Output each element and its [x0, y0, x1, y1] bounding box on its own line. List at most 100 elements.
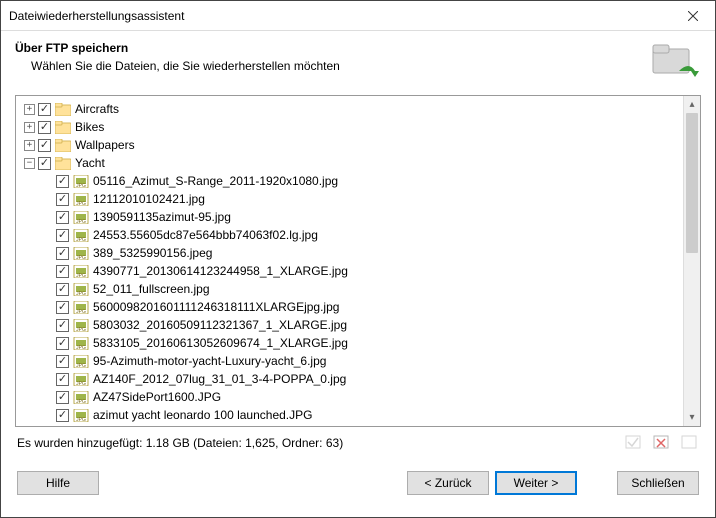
svg-text:JPG: JPG: [76, 255, 86, 260]
ftp-folder-icon: [649, 41, 701, 81]
tree-file-row[interactable]: JPG1390591135azimut-95.jpg: [18, 208, 681, 226]
checkbox[interactable]: [56, 391, 69, 404]
file-label: 5803032_20160509112321367_1_XLARGE.jpg: [93, 318, 347, 332]
folder-icon: [55, 157, 71, 170]
svg-text:JPG: JPG: [76, 399, 86, 404]
jpg-icon: JPG: [73, 265, 89, 278]
tree-folder-row[interactable]: +Wallpapers: [18, 136, 681, 154]
svg-text:JPG: JPG: [76, 345, 86, 350]
tree-file-row[interactable]: JPG 05116_Azimut_S-Range_2011-1920x1080.j…: [18, 172, 681, 190]
folder-label: Aircrafts: [75, 102, 119, 116]
jpg-icon: JPG: [73, 283, 89, 296]
checkbox[interactable]: [56, 355, 69, 368]
status-bar: Es wurden hinzugefügt: 1.18 GB (Dateien:…: [1, 427, 715, 457]
svg-text:JPG: JPG: [76, 363, 86, 368]
tree-file-row[interactable]: JPG52_011_fullscreen.jpg: [18, 280, 681, 298]
folder-label: Yacht: [75, 156, 105, 170]
jpg-icon: JPG: [73, 229, 89, 242]
jpg-icon: JPG: [73, 175, 89, 188]
close-button[interactable]: Schließen: [617, 471, 699, 495]
help-button[interactable]: Hilfe: [17, 471, 99, 495]
svg-text:JPG: JPG: [76, 219, 86, 224]
checkbox[interactable]: [56, 301, 69, 314]
close-icon: [688, 11, 698, 21]
tree-file-row[interactable]: JPG12112010102421.jpg: [18, 190, 681, 208]
refresh-icon[interactable]: [681, 435, 699, 451]
tree-file-row[interactable]: JPG AZ140F_2012_07lug_31_01_3-4-POPPA_0.j…: [18, 370, 681, 388]
file-label: 24553.55605dc87e564bbb74063f02.lg.jpg: [93, 228, 318, 242]
checkbox[interactable]: [56, 229, 69, 242]
jpg-icon: JPG: [73, 211, 89, 224]
svg-text:JPG: JPG: [76, 273, 86, 278]
tree-file-row[interactable]: JPG 389_5325990156.jpeg: [18, 244, 681, 262]
expand-toggle[interactable]: −: [24, 158, 35, 169]
tree-file-row[interactable]: JPG 95-Azimuth-motor-yacht-Luxury-yacht_6…: [18, 352, 681, 370]
tree-file-row[interactable]: JPG5833105_20160613052609674_1_XLARGE.jp…: [18, 334, 681, 352]
file-label: azimut yacht leonardo 100 launched.JPG: [93, 408, 312, 422]
page-subtitle: Wählen Sie die Dateien, die Sie wiederhe…: [15, 59, 649, 73]
svg-text:JPG: JPG: [76, 417, 86, 422]
tree-file-row[interactable]: JPG AZ47SidePort1600.JPG: [18, 388, 681, 406]
tree-file-row[interactable]: JPG 5600098201601111246318111XLARGEjpg.jp…: [18, 298, 681, 316]
checkbox[interactable]: [56, 373, 69, 386]
file-label: 4390771_20130614123244958_1_XLARGE.jpg: [93, 264, 348, 278]
expand-toggle[interactable]: +: [24, 104, 35, 115]
folder-icon: [55, 103, 71, 116]
scroll-up-icon[interactable]: ▴: [684, 96, 700, 113]
checkbox[interactable]: [56, 283, 69, 296]
jpg-icon: JPG: [73, 409, 89, 422]
svg-text:JPG: JPG: [76, 183, 86, 188]
checkbox[interactable]: [38, 139, 51, 152]
file-label: AZ140F_2012_07lug_31_01_3-4-POPPA_0.jpg: [93, 372, 346, 386]
jpg-icon: JPG: [73, 319, 89, 332]
status-text: Es wurden hinzugefügt: 1.18 GB (Dateien:…: [17, 436, 625, 450]
tree-file-row[interactable]: JPG 5803032_20160509112321367_1_XLARGE.jp…: [18, 316, 681, 334]
checkbox[interactable]: [56, 319, 69, 332]
next-button[interactable]: Weiter >: [495, 471, 577, 495]
tree-file-row[interactable]: JPG 24553.55605dc87e564bbb74063f02.lg.jpg: [18, 226, 681, 244]
svg-text:JPG: JPG: [76, 291, 86, 296]
jpg-icon: JPG: [73, 355, 89, 368]
file-label: 5600098201601111246318111XLARGEjpg.jpg: [93, 300, 339, 314]
checkbox[interactable]: [56, 175, 69, 188]
file-label: 05116_Azimut_S-Range_2011-1920x1080.jpg: [93, 174, 338, 188]
tree-folder-row[interactable]: + Aircrafts: [18, 100, 681, 118]
jpg-icon: JPG: [73, 337, 89, 350]
svg-text:JPG: JPG: [76, 327, 86, 332]
checkbox[interactable]: [38, 121, 51, 134]
tree-folder-row[interactable]: +Bikes: [18, 118, 681, 136]
window-title: Dateiwiederherstellungsassistent: [9, 9, 670, 23]
svg-text:JPG: JPG: [76, 237, 86, 242]
checkbox[interactable]: [38, 157, 51, 170]
tree-file-row[interactable]: JPG 4390771_20130614123244958_1_XLARGE.jp…: [18, 262, 681, 280]
checkbox[interactable]: [56, 211, 69, 224]
scrollbar[interactable]: ▴ ▾: [683, 96, 700, 426]
jpg-icon: JPG: [73, 373, 89, 386]
jpg-icon: JPG: [73, 391, 89, 404]
wizard-header: Über FTP speichern Wählen Sie die Dateie…: [1, 31, 715, 95]
tree-folder-row[interactable]: − Yacht: [18, 154, 681, 172]
window-close-button[interactable]: [670, 1, 715, 31]
checkbox[interactable]: [56, 193, 69, 206]
checkbox[interactable]: [56, 337, 69, 350]
titlebar: Dateiwiederherstellungsassistent: [1, 1, 715, 31]
deselect-all-icon[interactable]: [653, 435, 671, 451]
back-button[interactable]: < Zurück: [407, 471, 489, 495]
scroll-down-icon[interactable]: ▾: [684, 409, 700, 426]
checkbox[interactable]: [38, 103, 51, 116]
checkbox[interactable]: [56, 409, 69, 422]
expand-toggle[interactable]: +: [24, 140, 35, 151]
svg-text:JPG: JPG: [76, 309, 86, 314]
expand-toggle[interactable]: +: [24, 122, 35, 133]
checkbox[interactable]: [56, 247, 69, 260]
file-label: 95-Azimuth-motor-yacht-Luxury-yacht_6.jp…: [93, 354, 326, 368]
file-label: 389_5325990156.jpeg: [93, 246, 212, 260]
select-all-icon[interactable]: [625, 435, 643, 451]
svg-text:JPG: JPG: [76, 381, 86, 386]
checkbox[interactable]: [56, 265, 69, 278]
jpg-icon: JPG: [73, 193, 89, 206]
file-label: AZ47SidePort1600.JPG: [93, 390, 221, 404]
file-tree[interactable]: + Aircrafts +Bikes+Wallpapers − Yacht JPG 0511…: [16, 96, 683, 426]
tree-file-row[interactable]: JPG azimut yacht leonardo 100 launched.JP…: [18, 406, 681, 424]
scroll-thumb[interactable]: [686, 113, 698, 253]
